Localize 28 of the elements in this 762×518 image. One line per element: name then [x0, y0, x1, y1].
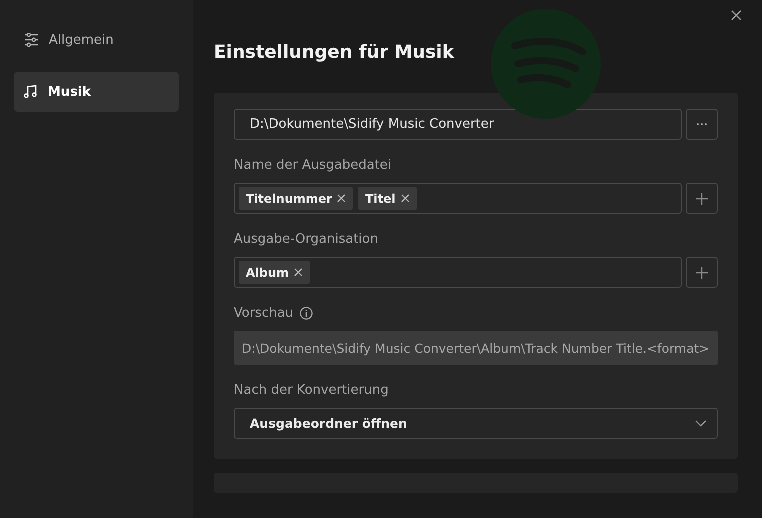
music-note-icon — [24, 85, 38, 99]
tag-label: Album — [246, 266, 290, 280]
close-icon[interactable] — [731, 10, 742, 21]
sidebar-item[interactable]: Musik — [14, 72, 179, 112]
add-button[interactable] — [686, 183, 718, 214]
tag-input-field[interactable]: Titelnummer Titel — [234, 183, 682, 214]
tag-input-field[interactable]: Album — [234, 257, 682, 288]
remove-icon[interactable] — [337, 194, 346, 203]
dialog-title: Einstellungen für Musik — [214, 42, 454, 63]
sliders-icon — [24, 33, 39, 47]
remove-icon[interactable] — [400, 194, 410, 203]
field-label: Name der Ausgabedatei — [234, 158, 392, 173]
chevron-down-icon — [694, 420, 707, 427]
plus-icon — [696, 192, 708, 204]
tag-label: Titel — [365, 192, 396, 206]
plus-icon — [696, 266, 708, 278]
tag-label: Titelnummer — [246, 192, 332, 206]
more-icon — [696, 123, 708, 126]
field-label: Vorschau — [234, 306, 294, 321]
sidebar-item[interactable]: Allgemein — [14, 20, 179, 60]
info-icon[interactable] — [300, 307, 313, 320]
field-label: Ausgabe-Organisation — [234, 232, 378, 247]
after-conversion-select[interactable]: Ausgabeordner öffnen — [234, 408, 718, 439]
add-button[interactable] — [686, 257, 718, 288]
output-folder-field[interactable]: D:\Dokumente\Sidify Music Converter — [234, 109, 682, 140]
field-label: Nach der Konvertierung — [234, 383, 389, 398]
remove-icon[interactable] — [294, 268, 304, 277]
preview-field: D:\Dokumente\Sidify Music Converter\Album\Track Number Title.<format> — [234, 331, 718, 365]
